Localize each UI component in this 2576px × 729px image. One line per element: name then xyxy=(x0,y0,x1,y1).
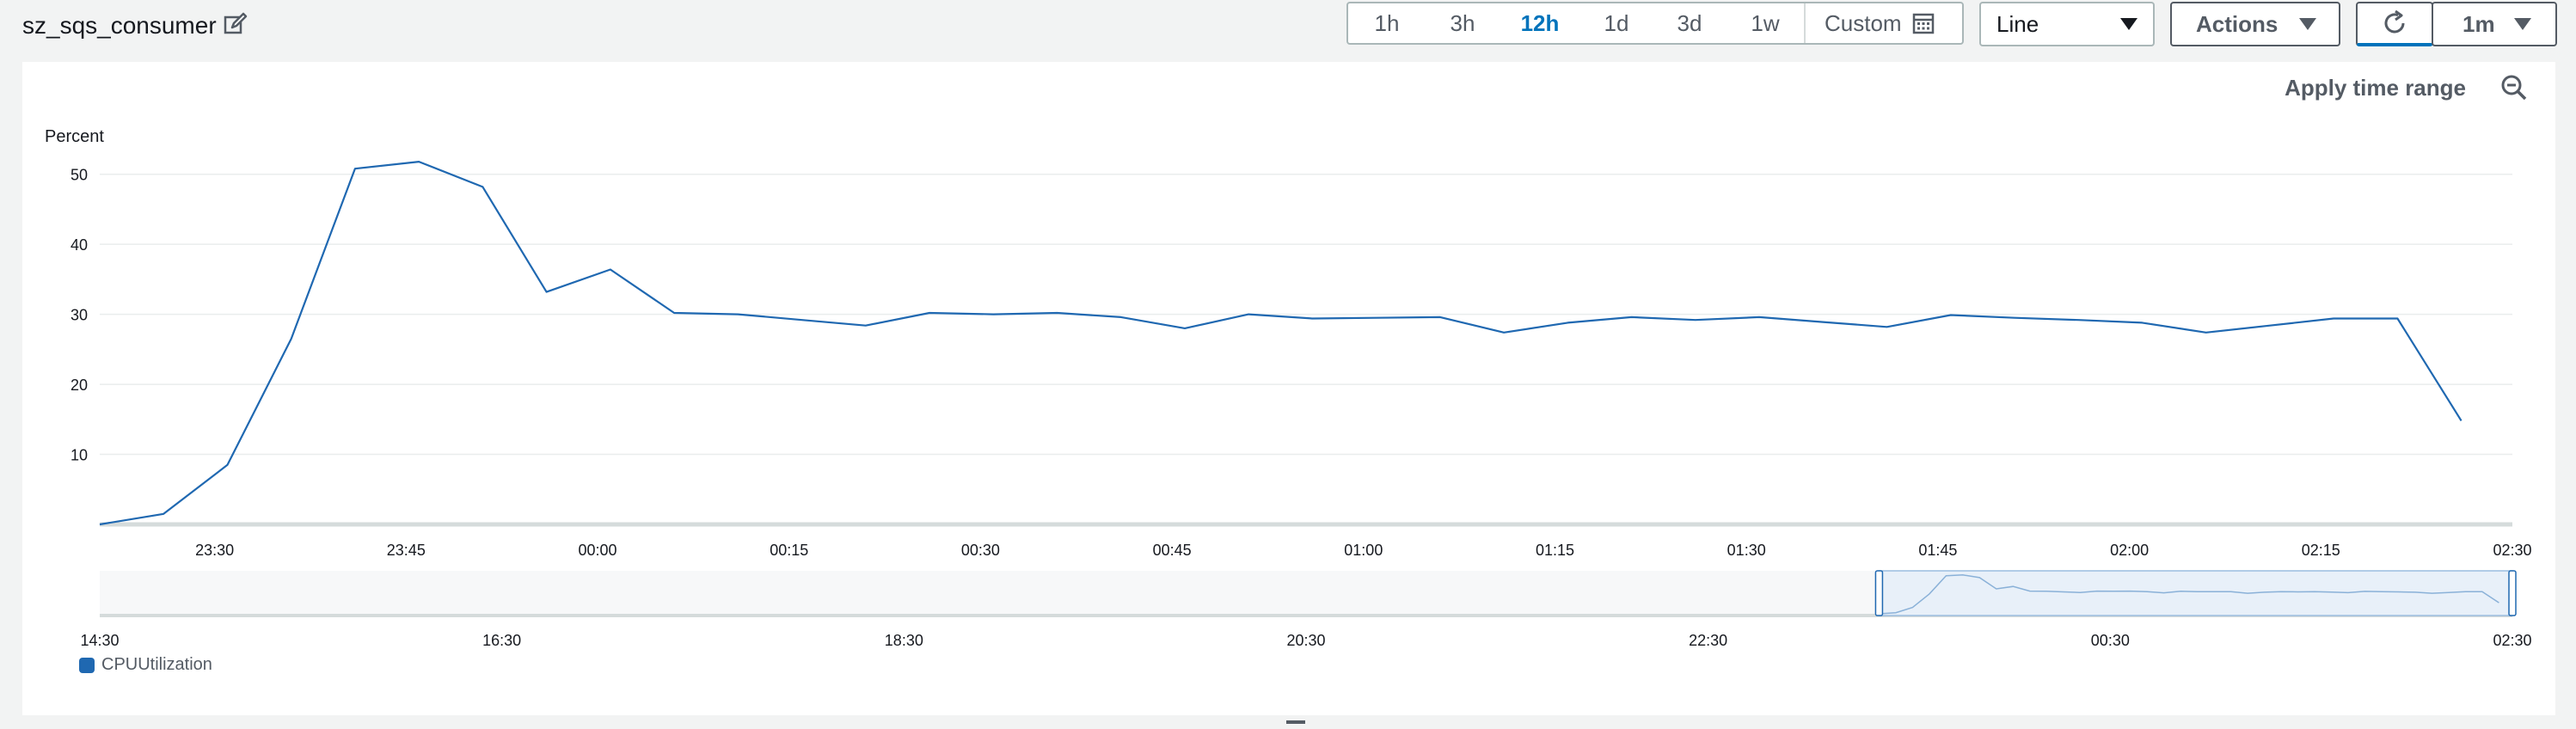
legend-swatch xyxy=(79,657,95,673)
range-12h[interactable]: 12h xyxy=(1500,3,1580,43)
overview-tick-label: 20:30 xyxy=(1286,632,1325,646)
overview-handle-left xyxy=(1874,570,1884,616)
range-1d[interactable]: 1d xyxy=(1580,3,1653,43)
refresh-interval-select[interactable]: 1m xyxy=(2432,2,2557,46)
overview-tick-label: 00:30 xyxy=(2091,632,2130,646)
overview-handle-right xyxy=(2508,570,2517,616)
edit-icon[interactable] xyxy=(222,12,248,38)
series-line-cpuutilization xyxy=(99,160,2463,526)
overview-selection xyxy=(1878,570,2513,616)
caret-down-icon xyxy=(2299,18,2316,30)
range-1w[interactable]: 1w xyxy=(1727,3,1804,43)
x-tick-label: 01:00 xyxy=(1344,542,1383,559)
caret-down-icon xyxy=(2120,18,2137,30)
legend-label: CPUUtilization xyxy=(101,655,212,674)
range-1h[interactable]: 1h xyxy=(1348,3,1426,43)
graph-type-select[interactable]: Line xyxy=(1979,2,2155,46)
range-3h[interactable]: 3h xyxy=(1426,3,1500,43)
overview-tick-label: 02:30 xyxy=(2493,632,2531,646)
x-tick-label: 00:15 xyxy=(770,542,808,559)
overview-tick-label: 22:30 xyxy=(1689,632,1727,646)
graph-type-value: Line xyxy=(1996,10,2039,37)
line-chart: Percent 10 20 30 40 50 23:30 23:45 00:00 00:15 00:… xyxy=(45,127,2532,646)
range-3d[interactable]: 3d xyxy=(1653,3,1727,43)
x-tick-label: 23:45 xyxy=(387,542,426,559)
legend: CPUUtilization xyxy=(79,655,212,675)
actions-button[interactable]: Actions xyxy=(2170,2,2340,46)
refresh-interval-value: 1m xyxy=(2463,10,2495,37)
x-tick-label: 00:30 xyxy=(961,542,1000,559)
calendar-icon xyxy=(1912,13,1934,34)
graph-panel: Apply time range Percent 10 20 30 40 50 23:30 2… xyxy=(22,62,2555,715)
caret-down-icon xyxy=(2514,18,2531,30)
x-tick-label: 01:15 xyxy=(1536,542,1574,559)
overview-tick-label: 18:30 xyxy=(885,632,923,646)
resize-handle[interactable] xyxy=(1286,720,1305,724)
custom-range-button[interactable]: Custom xyxy=(1804,3,1953,43)
y-tick-label: 40 xyxy=(71,236,88,254)
x-tick-label: 01:30 xyxy=(1727,542,1766,559)
x-tick-label: 02:30 xyxy=(2493,542,2531,559)
x-tick-label: 00:00 xyxy=(578,542,616,559)
y-tick-label: 50 xyxy=(71,167,88,184)
refresh-button[interactable] xyxy=(2356,2,2433,46)
x-tick-label: 23:30 xyxy=(195,542,234,559)
x-tick-label: 00:45 xyxy=(1153,542,1192,559)
y-tick-label: 20 xyxy=(71,377,88,394)
actions-label: Actions xyxy=(2196,10,2279,37)
widget-header: sz_sqs_consumer 1h 3h 12h 1d 3d 1w Custo… xyxy=(0,0,2576,52)
y-tick-label: 30 xyxy=(71,307,88,324)
y-tick-label: 10 xyxy=(71,447,88,464)
overview-tick-label: 14:30 xyxy=(80,632,119,646)
refresh-icon xyxy=(2384,9,2405,34)
x-tick-label: 01:45 xyxy=(1918,542,1957,559)
custom-range-label: Custom xyxy=(1825,9,1902,36)
x-tick-label: 02:15 xyxy=(2302,542,2340,559)
time-range-selector: 1h 3h 12h 1d 3d 1w Custom xyxy=(1346,2,1964,45)
overview-tick-label: 16:30 xyxy=(482,632,521,646)
widget-title: sz_sqs_consumer xyxy=(22,12,217,39)
x-tick-label: 02:00 xyxy=(2110,542,2149,559)
y-axis-label: Percent xyxy=(45,127,104,146)
